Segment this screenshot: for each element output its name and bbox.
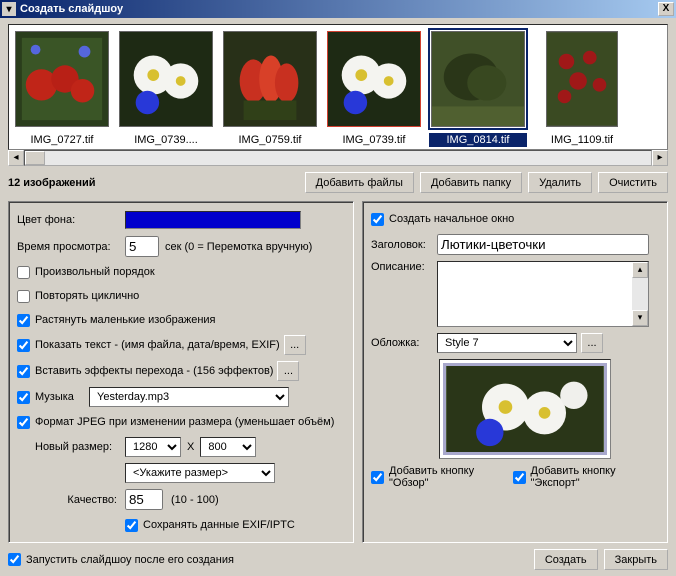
view-time-suffix: сек (0 = Перемотка вручную) [165, 241, 312, 253]
thumbnail-label: IMG_1109.tif [533, 133, 631, 147]
thumbnail-scrollbar[interactable]: ◂ ▸ [8, 150, 668, 166]
random-order-label: Произвольный порядок [35, 266, 155, 278]
scroll-right-icon[interactable]: ▸ [652, 150, 668, 166]
add-folder-button[interactable]: Добавить папку [420, 172, 522, 193]
titlebar: ▾ Создать слайдшоу X [0, 0, 676, 18]
thumbnail-item[interactable]: IMG_1109.tif [533, 31, 631, 147]
scroll-down-icon[interactable]: ▾ [632, 310, 648, 326]
scroll-track[interactable] [24, 150, 652, 166]
delete-button[interactable]: Удалить [528, 172, 592, 193]
show-text-options-button[interactable]: ... [284, 335, 306, 355]
jpeg-checkbox[interactable] [17, 416, 30, 429]
start-window-panel: Создать начальное окно Заголовок: Описан… [362, 201, 668, 543]
stretch-checkbox[interactable] [17, 314, 30, 327]
effects-checkbox[interactable] [17, 365, 30, 378]
bg-color-label: Цвет фона: [17, 214, 125, 226]
title-label: Заголовок: [371, 239, 437, 251]
random-order-checkbox[interactable] [17, 266, 30, 279]
thumbnail-label: IMG_0727.tif [13, 133, 111, 147]
show-text-label: Показать текст - (имя файла, дата/время,… [35, 339, 280, 351]
cover-preview [439, 359, 611, 459]
close-button[interactable]: Закрыть [604, 549, 668, 570]
add-export-label: Добавить кнопку "Экспорт" [531, 465, 659, 489]
thumbnail-label: IMG_0759.tif [221, 133, 319, 147]
textarea-scrollbar[interactable]: ▴ ▾ [632, 262, 648, 326]
settings-panel: Цвет фона: Время просмотра: сек (0 = Пер… [8, 201, 354, 543]
window-title: Создать слайдшоу [20, 3, 658, 15]
loop-label: Повторять циклично [35, 290, 139, 302]
scroll-thumb[interactable] [25, 151, 45, 165]
jpeg-label: Формат JPEG при изменении размера (умень… [35, 416, 334, 428]
quality-label: Качество: [35, 494, 125, 506]
cover-options-button[interactable]: ... [581, 333, 603, 353]
quality-range: (10 - 100) [171, 494, 219, 506]
music-file-select[interactable]: Yesterday.mp3 [89, 387, 289, 407]
music-checkbox[interactable] [17, 391, 30, 404]
stretch-label: Растянуть маленькие изображения [35, 314, 216, 326]
add-browse-checkbox[interactable] [371, 471, 384, 484]
add-export-checkbox[interactable] [513, 471, 526, 484]
thumbnail-item[interactable]: IMG_0814.tif [429, 31, 527, 147]
bg-color-picker[interactable] [125, 211, 301, 229]
run-after-checkbox[interactable] [8, 553, 21, 566]
view-time-input[interactable] [125, 236, 159, 257]
size-x-label: X [187, 441, 194, 453]
height-select[interactable]: 800 [200, 437, 256, 457]
add-browse-label: Добавить кнопку "Обзор" [389, 465, 509, 489]
effects-label: Вставить эффекты перехода - (156 эффекто… [35, 365, 273, 377]
image-count: 12 изображений [8, 177, 299, 189]
thumbnail-item[interactable]: IMG_0739.... [117, 31, 215, 147]
add-files-button[interactable]: Добавить файлы [305, 172, 414, 193]
size-preset-select[interactable]: <Укажите размер> [125, 463, 275, 483]
new-size-label: Новый размер: [35, 441, 125, 453]
thumbnail-label: IMG_0739.tif [325, 133, 423, 147]
keep-exif-checkbox[interactable] [125, 519, 138, 532]
create-button[interactable]: Создать [534, 549, 598, 570]
thumbnail-item[interactable]: IMG_0759.tif [221, 31, 319, 147]
title-input[interactable] [437, 234, 649, 255]
thumbnail-item[interactable]: IMG_0727.tif [13, 31, 111, 147]
music-label: Музыка [35, 391, 89, 403]
show-text-checkbox[interactable] [17, 339, 30, 352]
description-textarea[interactable]: ▴ ▾ [437, 261, 649, 327]
cover-style-select[interactable]: Style 7 [437, 333, 577, 353]
create-start-label: Создать начальное окно [389, 213, 514, 225]
effects-options-button[interactable]: ... [277, 361, 299, 381]
cover-label: Обложка: [371, 337, 437, 349]
thumbnail-item[interactable]: IMG_0739.tif [325, 31, 423, 147]
description-label: Описание: [371, 261, 437, 273]
keep-exif-label: Сохранять данные EXIF/IPTC [143, 519, 295, 531]
create-start-checkbox[interactable] [371, 213, 384, 226]
clear-button[interactable]: Очистить [598, 172, 668, 193]
loop-checkbox[interactable] [17, 290, 30, 303]
scroll-up-icon[interactable]: ▴ [632, 262, 648, 278]
width-select[interactable]: 1280 [125, 437, 181, 457]
thumbnail-label: IMG_0814.tif [429, 133, 527, 147]
system-menu-icon[interactable]: ▾ [2, 2, 16, 16]
run-after-label: Запустить слайдшоу после его создания [26, 554, 528, 566]
quality-input[interactable] [125, 489, 163, 510]
view-time-label: Время просмотра: [17, 241, 125, 253]
scroll-left-icon[interactable]: ◂ [8, 150, 24, 166]
thumbnail-strip: IMG_0727.tif IMG_0739.... IMG_0759.tif I… [8, 24, 668, 150]
thumbnail-label: IMG_0739.... [117, 133, 215, 147]
close-icon[interactable]: X [658, 2, 674, 16]
